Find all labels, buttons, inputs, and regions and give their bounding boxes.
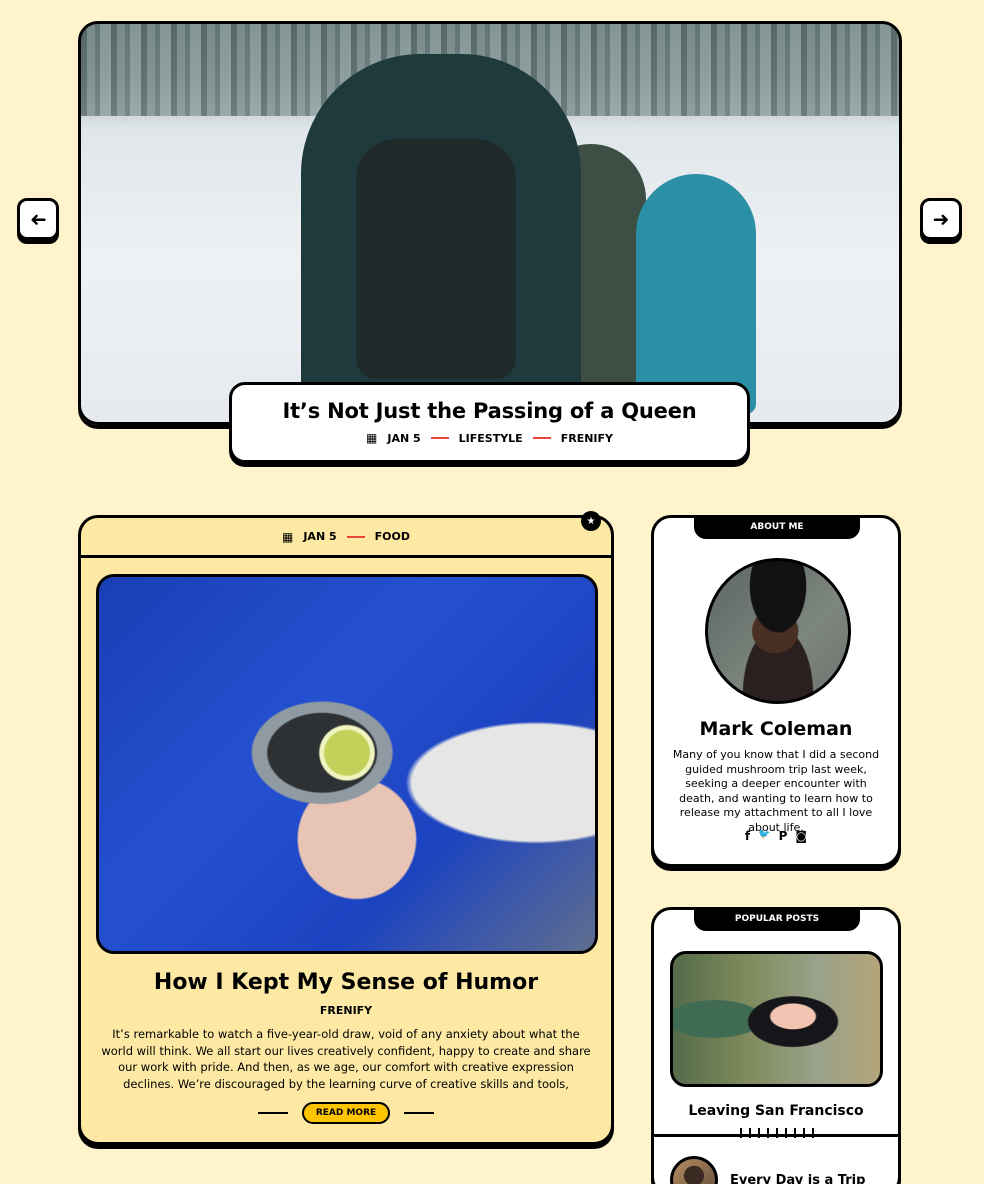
twitter-icon[interactable]: 🐦 — [758, 829, 770, 843]
popular-post-item[interactable]: Every Day is a Trip — [670, 1156, 865, 1184]
read-more-row: READ MORE — [81, 1102, 611, 1124]
social-links: f 🐦 P ◙ — [654, 829, 898, 843]
post-title[interactable]: How I Kept My Sense of Humor — [81, 970, 611, 995]
about-me-widget: ABOUT ME Mark Coleman Many of you know t… — [651, 515, 901, 867]
slide-date: JAN 5 — [387, 431, 421, 445]
slider-prev-button[interactable]: ➜ — [17, 198, 59, 240]
arrow-right-icon: ➜ — [932, 207, 950, 231]
read-more-button[interactable]: READ MORE — [301, 1102, 391, 1124]
author-bio: Many of you know that I did a second gui… — [672, 748, 880, 834]
instagram-icon[interactable]: ◙ — [795, 829, 807, 843]
divider — [654, 1134, 898, 1137]
sticky-star-icon: ★ — [581, 511, 601, 531]
facebook-icon[interactable]: f — [745, 829, 750, 843]
calendar-icon: ▦ — [282, 529, 294, 544]
popular-post-image[interactable] — [670, 951, 883, 1087]
popular-post-title[interactable]: Leaving San Francisco — [654, 1103, 898, 1119]
backpack — [356, 139, 516, 379]
slide-title[interactable]: It’s Not Just the Passing of a Queen — [232, 399, 747, 423]
author-name: Mark Coleman — [699, 718, 853, 740]
avatar — [705, 558, 851, 704]
post-image[interactable] — [96, 574, 598, 954]
pinterest-icon[interactable]: P — [779, 829, 788, 843]
featured-slide-image[interactable] — [78, 21, 902, 425]
popular-post-title[interactable]: Every Day is a Trip — [730, 1173, 865, 1184]
widget-tab-popular: POPULAR POSTS — [694, 907, 860, 931]
slide-caption: It’s Not Just the Passing of a Queen ▦ J… — [229, 382, 750, 463]
post-date: JAN 5 — [303, 530, 337, 543]
popular-posts-widget: POPULAR POSTS Leaving San Francisco Ever… — [651, 907, 901, 1184]
calendar-icon: ▦ — [366, 431, 378, 445]
post-card: ▦ JAN 5 FOOD ★ How I Kept My Sense of Hu… — [78, 511, 614, 1145]
arrow-left-icon: ➜ — [29, 207, 47, 231]
slider-next-button[interactable]: ➜ — [920, 198, 962, 240]
meta-divider — [430, 437, 449, 439]
popular-post-thumb[interactable] — [670, 1156, 718, 1184]
meta-divider — [346, 535, 365, 538]
widget-tab-about: ABOUT ME — [694, 515, 860, 539]
post-excerpt: It’s remarkable to watch a five-year-old… — [101, 1027, 591, 1091]
slide-author[interactable]: FRENIFY — [561, 432, 613, 445]
post-category[interactable]: FOOD — [375, 530, 410, 543]
decorative-line — [257, 1112, 288, 1114]
decorative-line — [404, 1112, 435, 1114]
slide-meta: ▦ JAN 5 LIFESTYLE FRENIFY — [232, 431, 747, 445]
hiker-figure — [636, 174, 756, 414]
slide-category[interactable]: LIFESTYLE — [459, 432, 523, 445]
post-author[interactable]: FRENIFY — [81, 1004, 611, 1017]
post-meta: ▦ JAN 5 FOOD — [81, 518, 611, 558]
meta-divider — [532, 437, 551, 439]
